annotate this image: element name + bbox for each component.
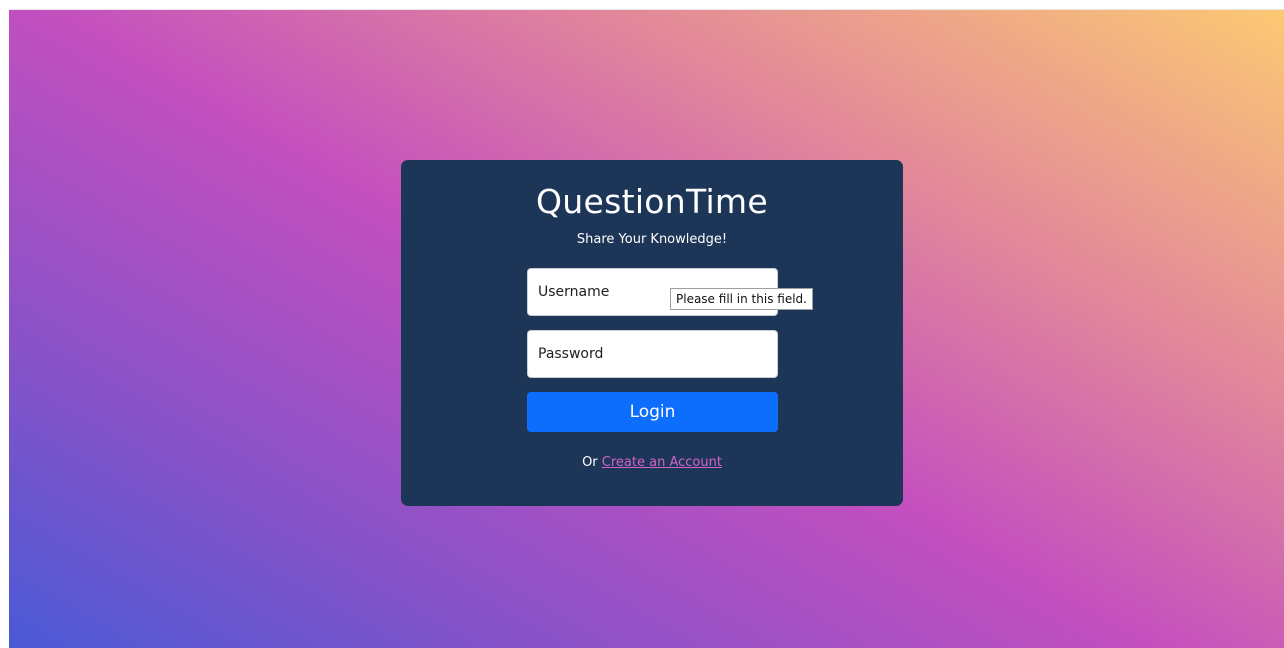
signup-line: Or Create an Account	[401, 455, 903, 470]
signup-prefix: Or	[582, 455, 598, 470]
login-card: QuestionTime Share Your Knowledge! Pleas…	[401, 160, 903, 506]
app-subtitle: Share Your Knowledge!	[576, 232, 728, 247]
password-input[interactable]	[527, 330, 778, 378]
login-button[interactable]: Login	[527, 392, 778, 432]
validation-tooltip: Please fill in this field.	[670, 288, 813, 310]
browser-top-edge	[0, 0, 1284, 10]
gradient-background: QuestionTime Share Your Knowledge! Pleas…	[9, 10, 1284, 648]
app-title: QuestionTime	[536, 182, 768, 221]
create-account-link[interactable]: Create an Account	[602, 455, 722, 470]
browser-left-edge	[0, 0, 9, 648]
